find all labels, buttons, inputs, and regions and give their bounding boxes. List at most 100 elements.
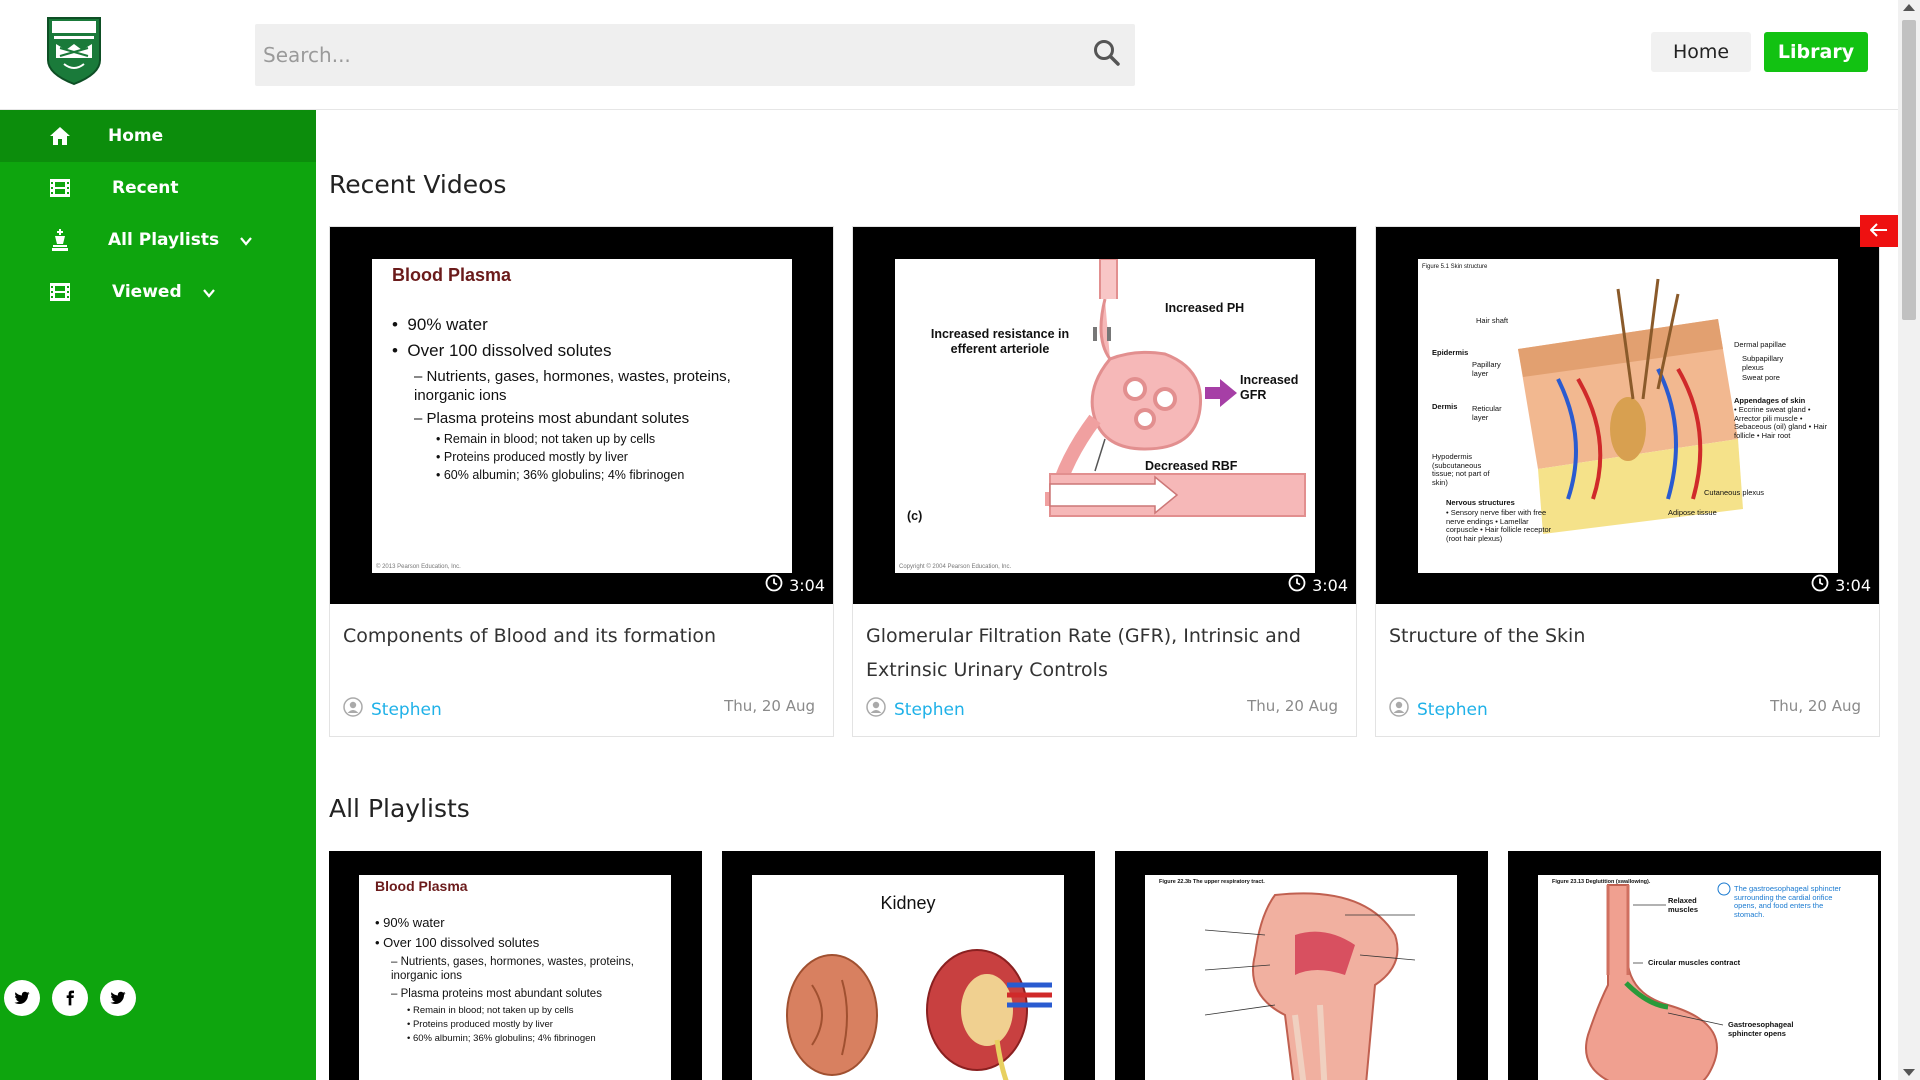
label-subpapillary: Subpapillary plexus [1742,354,1784,372]
slide-gfr-diagram: Increased PH Increased resistance in eff… [895,259,1315,573]
search-icon[interactable] [1091,37,1123,69]
bullet: • Over 100 dissolved solutes [392,341,612,360]
scroll-up-icon[interactable] [1903,4,1915,11]
sidebar-item-viewed[interactable]: Viewed [0,266,316,318]
arrow-left-icon [1869,222,1888,241]
video-author[interactable]: Stephen [866,697,965,722]
label-panel: (c) [907,509,923,523]
video-title[interactable]: Components of Blood and its formation [343,619,813,653]
bullet: • Remain in blood; not taken up by cells [407,1005,574,1016]
label-nervous: Nervous structures [1446,498,1515,507]
scroll-thumb[interactable] [1902,20,1916,320]
slide-bullets: • 90% water • Over 100 dissolved solutes… [392,315,754,486]
viewed-label: Viewed [112,282,182,302]
duration-text: 3:04 [1835,575,1871,595]
nav-library-button[interactable]: Library [1764,32,1868,72]
label-decreased-rbf: Decreased RBF [1145,459,1238,473]
twitter-icon[interactable] [100,980,136,1016]
label-dermis: Dermis [1432,402,1458,411]
slide-skin-structure: Figure 5.1 Skin structure Hair shaft Epi… [1418,259,1838,573]
bullet-text: 90% water [407,315,488,334]
slide-credit: © 2013 Pearson Education, Inc. [376,564,461,570]
sidebar: Home Recent All Playlists Viewed [0,110,316,1080]
all-playlists-label: All Playlists [108,230,220,250]
label-nervous-items: • Sensory nerve fiber with free nerve en… [1446,508,1552,543]
label-increased-resistance: Increased resistance in efferent arterio… [930,327,1070,356]
video-card[interactable]: Blood Plasma • 90% water • Over 100 diss… [329,226,834,737]
chevron-down-icon[interactable] [202,285,216,299]
page-scrollbar[interactable] [1898,0,1920,1080]
label-dermal-papillae: Dermal papillae [1734,340,1787,349]
search-input[interactable] [255,24,1075,86]
label-sphincter-note: The gastroesophageal sphincter surroundi… [1734,884,1842,919]
bullet-text: 60% albumin; 36% globulins; 4% fibrinoge… [412,1033,596,1044]
video-title[interactable]: Glomerular Filtration Rate (GFR), Intrin… [866,619,1336,687]
sidebar-item-all-playlists[interactable]: All Playlists [0,214,316,266]
bullet: • Proteins produced mostly by liver [407,1019,553,1030]
bullet-text: Plasma proteins most abundant solutes [400,988,602,1000]
label-sweat-pore: Sweat pore [1742,373,1780,382]
user-icon [1389,697,1409,722]
uenr-logo[interactable] [44,14,104,86]
slide-title: Blood Plasma [375,878,468,894]
video-title[interactable]: Structure of the Skin [1389,619,1859,653]
social-links [4,980,136,1016]
author-name[interactable]: Stephen [894,700,965,720]
twitter-icon[interactable] [4,980,40,1016]
video-thumbnail[interactable]: Figure 5.1 Skin structure Hair shaft Epi… [1376,227,1879,604]
playlist-thumbnail[interactable]: Figure 23.13 Deglutition (swallowing). R… [1508,851,1881,1080]
sidebar-item-label: Home [108,126,164,146]
video-author[interactable]: Stephen [343,697,442,722]
recent-videos-heading: Recent Videos [329,170,507,199]
facebook-icon[interactable] [52,980,88,1016]
slide-bullets: • 90% water • Over 100 dissolved solutes… [375,915,661,1048]
playlist-thumbnail[interactable]: Kidney [722,851,1095,1080]
label-adipose: Adipose tissue [1668,508,1717,517]
chevron-down-icon[interactable] [239,233,253,247]
bullet-text: 90% water [383,915,445,930]
label-increased-ph: Increased PH [1165,301,1245,315]
bullet: – Plasma proteins most abundant solutes [391,988,602,1000]
sidebar-item-recent[interactable]: Recent [0,162,316,214]
bullet: • 90% water [392,315,488,334]
label-appendages-items: • Eccrine sweat gland • Arrector pili mu… [1734,405,1828,440]
label-gastro-sphincter: Gastroesophageal sphincter opens [1728,1020,1794,1038]
bullet: • 90% water [375,915,445,930]
author-name[interactable]: Stephen [1417,700,1488,720]
video-thumbnail[interactable]: Blood Plasma • 90% water • Over 100 diss… [330,227,833,604]
back-arrow-button[interactable] [1860,215,1898,247]
video-duration: 3:04 [1811,574,1871,596]
sidebar-item-label: Viewed [112,282,216,302]
bullet: • Remain in blood; not taken up by cells [436,432,656,446]
nav-home-button[interactable]: Home [1651,32,1751,72]
bullet: • Proteins produced mostly by liver [436,450,628,464]
bullet-text: Proteins produced mostly by liver [412,1019,553,1030]
duration-text: 3:04 [1312,575,1348,595]
sidebar-item-label: Recent [112,178,179,198]
bullet: • Over 100 dissolved solutes [375,935,540,950]
scroll-down-icon[interactable] [1903,1069,1915,1076]
video-card[interactable]: Increased PH Increased resistance in eff… [852,226,1357,737]
user-icon [343,697,363,722]
sidebar-item-home[interactable]: Home [0,110,316,162]
bullet-text: Over 100 dissolved solutes [407,341,612,360]
label-cutaneous: Cutaneous plexus [1704,488,1765,497]
playlist-thumbnail[interactable]: Figure 22.3b The upper respiratory tract… [1115,851,1488,1080]
chess-king-icon [48,228,72,252]
video-card[interactable]: Figure 5.1 Skin structure Hair shaft Epi… [1375,226,1880,737]
label-epidermis: Epidermis [1432,348,1469,357]
clock-icon [765,574,783,596]
bullet: • 60% albumin; 36% globulins; 4% fibrino… [436,468,685,482]
film-icon [48,280,72,304]
search-bar[interactable] [255,24,1135,86]
figure-caption: Figure 5.1 Skin structure [1422,264,1488,270]
author-name[interactable]: Stephen [371,700,442,720]
playlist-thumbnail[interactable]: Blood Plasma • 90% water • Over 100 diss… [329,851,702,1080]
film-icon [48,176,72,200]
bullet-text: Nutrients, gases, hormones, wastes, prot… [391,956,634,982]
video-author[interactable]: Stephen [1389,697,1488,722]
bullet-text: Over 100 dissolved solutes [383,935,540,950]
bullet-text: 60% albumin; 36% globulins; 4% fibrinoge… [443,468,685,482]
slide-blood-plasma: Blood Plasma • 90% water • Over 100 diss… [372,259,792,573]
video-thumbnail[interactable]: Increased PH Increased resistance in eff… [853,227,1356,604]
